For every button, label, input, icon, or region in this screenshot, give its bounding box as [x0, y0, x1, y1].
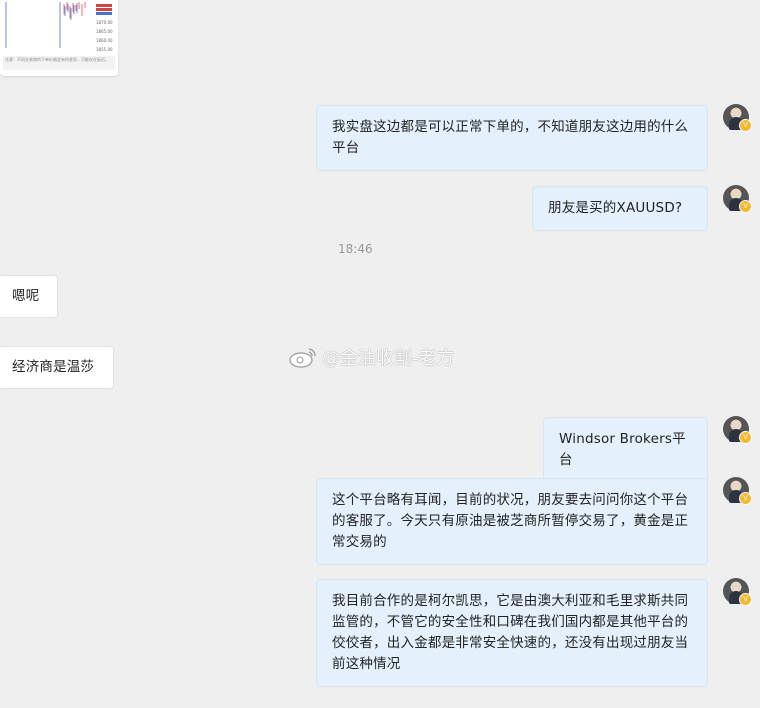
- verified-badge-icon: V: [739, 200, 752, 213]
- message-text: Windsor Brokers平台: [559, 431, 686, 468]
- message-text: 这个平台略有耳闻，目前的状况，朋友要去问问你这个平台的客服了。今天只有原油是被芝…: [332, 492, 689, 550]
- price-label: 1855.00: [96, 47, 113, 52]
- message-bubble-right[interactable]: 朋友是买的XAUUSD?: [532, 186, 708, 231]
- user-avatar[interactable]: V: [723, 578, 752, 606]
- watermark-text: @金油收割-老方: [322, 348, 455, 369]
- message-text: 嗯呢: [12, 288, 40, 304]
- message-bubble-right[interactable]: 我实盘这边都是可以正常下单的，不知道朋友这边用的什么平台: [316, 105, 708, 171]
- chart-caption: 注意：不同交易商的下单价格会有所差异，可能存在延迟。: [3, 56, 115, 70]
- user-avatar[interactable]: V: [723, 416, 752, 444]
- message-bubble-right[interactable]: 我目前合作的是柯尔凯思，它是由澳大利亚和毛里求斯共同监管的，不管它的安全性和口碑…: [316, 579, 708, 687]
- message-timestamp: 18:46: [338, 242, 373, 256]
- chart-image-message[interactable]: 1870.00 1865.00 1860.00 1855.00 注意：不同交易商…: [0, 0, 118, 76]
- message-text: 我实盘这边都是可以正常下单的，不知道朋友这边用的什么平台: [332, 119, 689, 156]
- price-label: 1865.00: [96, 29, 113, 34]
- message-bubble-right[interactable]: Windsor Brokers平台: [543, 417, 708, 483]
- price-axis: 1870.00 1865.00 1860.00 1855.00: [96, 18, 113, 54]
- verified-badge-icon: V: [739, 431, 752, 444]
- message-text: 经济商是温莎: [12, 359, 95, 375]
- message-text: 我目前合作的是柯尔凯思，它是由澳大利亚和毛里求斯共同监管的，不管它的安全性和口碑…: [332, 593, 689, 672]
- message-bubble-left[interactable]: 经济商是温莎: [0, 346, 114, 389]
- weibo-logo-icon: [289, 348, 316, 368]
- message-bubble-left[interactable]: 嗯呢: [0, 275, 58, 318]
- price-label: 1860.00: [96, 38, 113, 43]
- verified-badge-icon: V: [739, 492, 752, 505]
- verified-badge-icon: V: [739, 119, 752, 132]
- message-bubble-right[interactable]: 这个平台略有耳闻，目前的状况，朋友要去问问你这个平台的客服了。今天只有原油是被芝…: [316, 478, 708, 565]
- verified-badge-icon: V: [739, 593, 752, 606]
- message-text: 朋友是买的XAUUSD?: [548, 200, 683, 216]
- watermark: @金油收割-老方: [288, 344, 455, 370]
- user-avatar[interactable]: V: [723, 185, 752, 213]
- price-label: 1870.00: [96, 20, 113, 25]
- user-avatar[interactable]: V: [723, 477, 752, 505]
- user-avatar[interactable]: V: [723, 104, 752, 132]
